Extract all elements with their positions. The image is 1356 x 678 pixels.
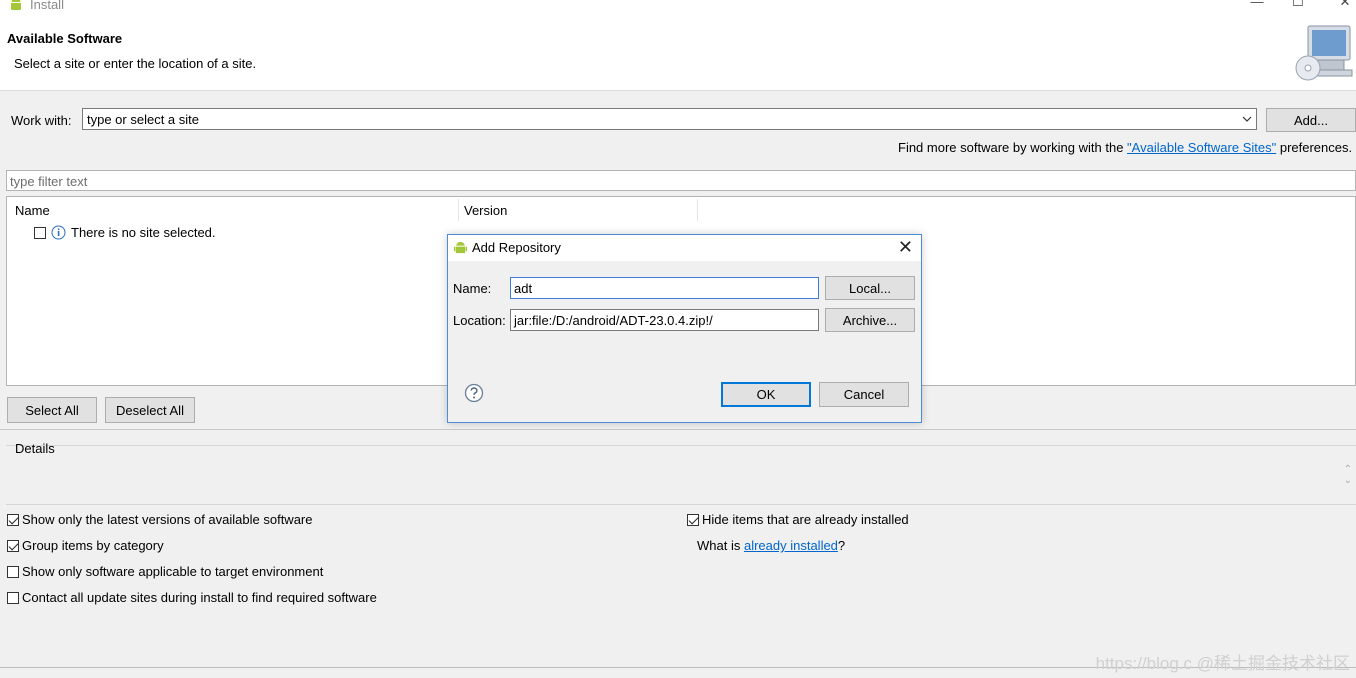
maximize-icon[interactable]: ☐ (1278, 0, 1318, 12)
find-more-prefix: Find more software by working with the (898, 140, 1128, 155)
location-label: Location: (453, 313, 506, 328)
help-icon[interactable] (464, 383, 484, 403)
name-field-value: adt (514, 281, 533, 296)
work-with-label: Work with: (11, 113, 72, 128)
details-label: Details (15, 441, 55, 456)
dialog-title: Add Repository (472, 240, 561, 255)
location-field[interactable]: jar:file:/D:/android/ADT-23.0.4.zip!/ (510, 309, 819, 331)
dialog-title-bar[interactable]: Add Repository ✕ (448, 235, 921, 261)
title-bar: Install — ☐ ✕ (0, 0, 1356, 14)
group-by-category-checkbox[interactable] (7, 540, 19, 552)
ok-button[interactable]: OK (721, 382, 811, 407)
name-label: Name: (453, 281, 492, 296)
site-combo-value: type or select a site (87, 112, 199, 127)
page-title: Available Software (7, 31, 123, 46)
dropdown-arrow-icon[interactable] (1241, 113, 1253, 125)
close-icon[interactable]: ✕ (898, 237, 913, 258)
latest-versions-checkbox[interactable] (7, 514, 19, 526)
scroll-arrows[interactable]: ⌃ ⌄ (1344, 464, 1352, 486)
select-all-button[interactable]: Select All (7, 397, 97, 423)
add-repository-dialog: Add Repository ✕ Name: adt Local... Loca… (447, 234, 922, 423)
android-icon (11, 0, 21, 10)
filter-input[interactable]: type filter text (6, 170, 1356, 191)
local-button[interactable]: Local... (825, 276, 915, 300)
tree-empty-message: There is no site selected. (71, 225, 216, 240)
hide-installed-label: Hide items that are already installed (702, 512, 909, 527)
column-header-version[interactable]: Version (464, 203, 507, 218)
group-by-category-label: Group items by category (22, 538, 164, 553)
add-button[interactable]: Add... (1266, 108, 1356, 132)
page-subtitle: Select a site or enter the location of a… (14, 56, 257, 71)
install-cd-icon (1295, 25, 1353, 81)
minimize-icon[interactable]: — (1237, 0, 1277, 12)
contact-all-label: Contact all update sites during install … (22, 590, 377, 605)
deselect-all-button[interactable]: Deselect All (105, 397, 195, 423)
find-more-suffix: preferences. (1276, 140, 1353, 155)
filter-placeholder: type filter text (10, 174, 88, 189)
what-is-suffix: ? (837, 538, 846, 553)
close-icon[interactable]: ✕ (1325, 0, 1356, 12)
contact-all-checkbox[interactable] (7, 592, 19, 604)
location-field-value: jar:file:/D:/android/ADT-23.0.4.zip!/ (514, 313, 713, 328)
tree-item-checkbox[interactable] (34, 227, 46, 239)
column-divider[interactable] (697, 199, 698, 221)
window-title: Install (30, 0, 64, 12)
applicable-only-checkbox[interactable] (7, 566, 19, 578)
site-combo[interactable]: type or select a site (82, 108, 1257, 130)
find-more-text: Find more software by working with the "… (898, 140, 1352, 155)
column-divider[interactable] (458, 199, 459, 221)
archive-button[interactable]: Archive... (825, 308, 915, 332)
column-header-name[interactable]: Name (15, 203, 50, 218)
info-icon (51, 225, 66, 240)
hide-installed-checkbox[interactable] (687, 514, 699, 526)
what-is-prefix: What is (697, 538, 744, 553)
details-panel: ⌃ ⌄ (6, 445, 1356, 505)
available-software-sites-link[interactable]: "Available Software Sites" (1127, 140, 1276, 155)
already-installed-link[interactable]: already installed (744, 538, 838, 553)
android-icon (453, 241, 468, 254)
watermark: https://blog.c @稀土掘金技术社区 (1095, 654, 1350, 673)
divider (0, 429, 1356, 430)
name-field[interactable]: adt (510, 277, 819, 299)
what-is-installed-text: What is already installed? (697, 538, 845, 553)
applicable-only-label: Show only software applicable to target … (22, 564, 324, 579)
header-banner: Available Software Select a site or ente… (0, 14, 1356, 91)
cancel-button[interactable]: Cancel (819, 382, 909, 407)
latest-versions-label: Show only the latest versions of availab… (22, 512, 313, 527)
